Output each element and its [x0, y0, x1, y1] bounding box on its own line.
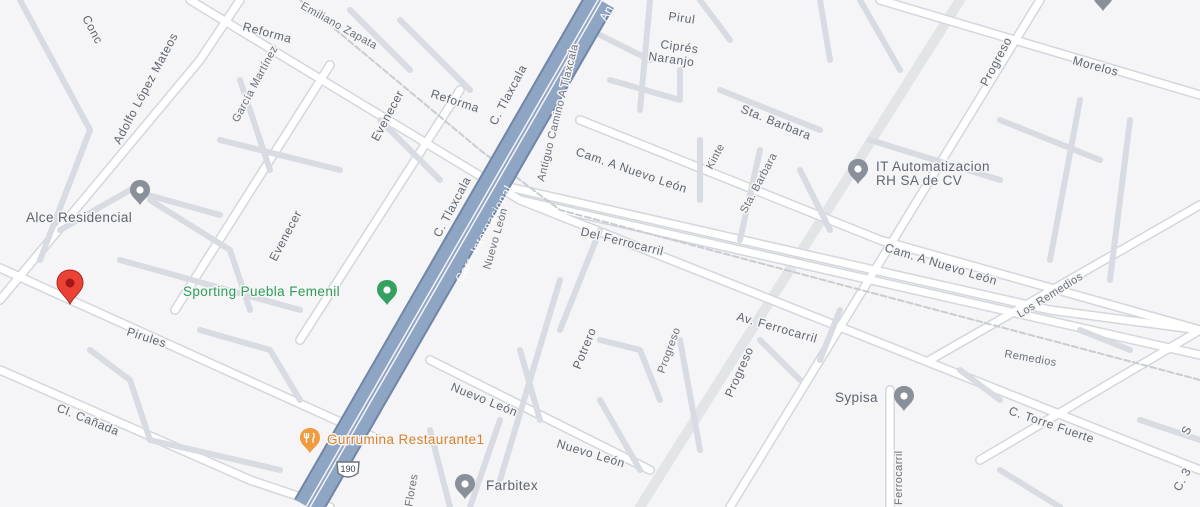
street-label-kinte: Kinte [704, 142, 727, 172]
street-label-flores: Flores [403, 473, 421, 507]
location-pin-icon [130, 180, 150, 205]
poi-label-it-automatizacion-line2: RH SA de CV [876, 173, 962, 188]
poi-sypisa[interactable]: Sypisa [834, 386, 914, 411]
street-label-potrero: Potrero [570, 325, 599, 371]
street-label-evenecer-mid: Evenecer [266, 208, 304, 264]
poi-it-automatizacion[interactable]: IT Automatizacion RH SA de CV [848, 158, 991, 190]
poi-label-alce-residencial: Alce Residencial [26, 210, 132, 225]
map-svg[interactable]: Conc Reforma Emiliano Zapata Adolfo Lópe… [0, 0, 1200, 507]
street-label-pirules: Pirules [125, 325, 168, 351]
road-network [0, 0, 1200, 507]
map-canvas[interactable]: Conc Reforma Emiliano Zapata Adolfo Lópe… [0, 0, 1200, 507]
poi-label-sypisa: Sypisa [835, 390, 878, 405]
location-pin-icon [1094, 0, 1112, 11]
poi-label-farbitex: Farbitex [486, 478, 538, 493]
poi-label-gurrumina-restaurante1: Gurrumina Restaurante1 [327, 432, 484, 447]
street-label-conc: Conc [79, 13, 106, 46]
poi-label-sporting-puebla-femenil: Sporting Puebla Femenil [183, 284, 340, 299]
poi-sporting-puebla-femenil[interactable]: Sporting Puebla Femenil [182, 280, 397, 305]
restaurant-icon [300, 428, 320, 453]
location-pin-icon [894, 386, 914, 411]
poi-label-it-automatizacion-line1: IT Automatizacion [876, 159, 990, 174]
poi-partial-top-right[interactable] [1093, 0, 1113, 11]
street-label-ferrocarril-vertical: Ferrocarril [893, 450, 905, 505]
street-label-remedios: Remedios [1003, 348, 1057, 369]
poi-farbitex[interactable]: Farbitex [455, 474, 539, 499]
highway-shield-number: 190 [340, 464, 355, 474]
location-pin-icon [377, 280, 397, 305]
street-label-garcia-martinez: García Martínez [230, 44, 280, 125]
street-label-morelos: Morelos [1071, 53, 1120, 79]
street-label-pirul: Pirul [668, 9, 697, 27]
highway-shield-icon: 190 [336, 461, 360, 478]
